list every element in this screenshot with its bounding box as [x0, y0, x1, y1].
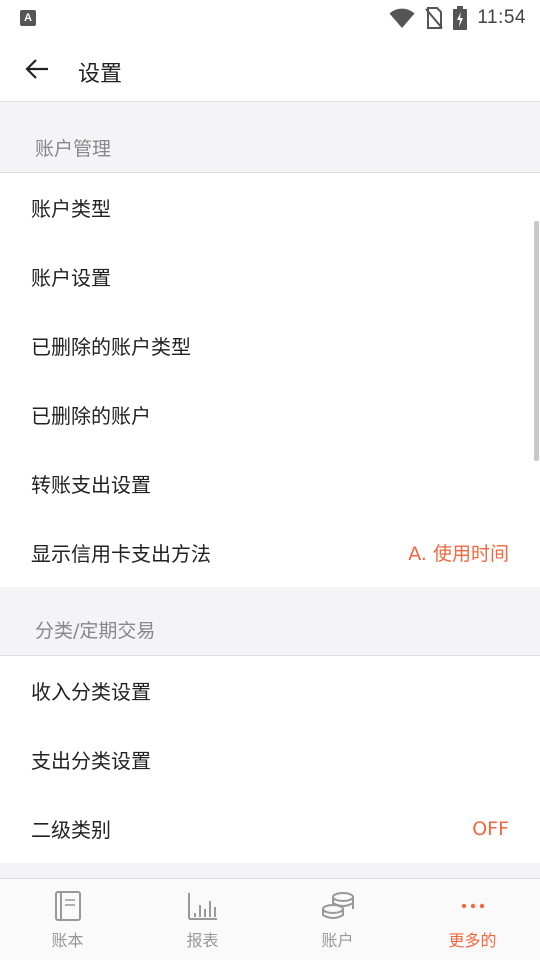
list-item-income-category-settings[interactable]: 收入分类设置 — [0, 656, 540, 725]
bar-chart-icon — [186, 889, 220, 923]
coins-icon — [321, 889, 355, 923]
nav-item-more[interactable]: 更多的 — [405, 879, 540, 960]
wifi-icon — [389, 8, 415, 28]
nav-item-accounts[interactable]: 账户 — [270, 879, 405, 960]
list-item-label: 账户设置 — [31, 266, 111, 290]
nav-item-ledger[interactable]: 账本 — [0, 879, 135, 960]
scrollbar[interactable] — [534, 221, 539, 461]
list-item-label: 收入分类设置 — [31, 680, 151, 704]
list-item-label: 二级类别 — [31, 818, 111, 842]
nav-label: 更多的 — [448, 931, 497, 950]
page-title: 设置 — [78, 62, 123, 87]
back-button[interactable] — [18, 51, 56, 87]
list-item-deleted-account-types[interactable]: 已删除的账户类型 — [0, 311, 540, 380]
settings-list[interactable]: 账户管理 账户类型 账户设置 已删除的账户类型 已删除的账户 转账支出设置 显示… — [0, 103, 540, 878]
list-item-expense-category-settings[interactable]: 支出分类设置 — [0, 725, 540, 794]
status-bar: A 11:54 — [0, 0, 540, 36]
list-item-deleted-accounts[interactable]: 已删除的账户 — [0, 380, 540, 449]
list-item-label: 已删除的账户 — [31, 404, 151, 428]
list-item-value: OFF — [472, 817, 509, 840]
app-bar: 设置 — [0, 36, 540, 102]
notification-app-icon: A — [20, 10, 36, 26]
nav-label: 账本 — [51, 931, 84, 950]
list-item-label: 已删除的账户类型 — [31, 335, 191, 359]
list-item-transfer-expense-settings[interactable]: 转账支出设置 — [0, 449, 540, 518]
list-item-label: 支出分类设置 — [31, 749, 151, 773]
list-item-label: 转账支出设置 — [31, 473, 151, 497]
battery-charging-icon — [453, 6, 468, 30]
list-item-credit-card-display-method[interactable]: 显示信用卡支出方法 A. 使用时间 — [0, 518, 540, 587]
list-item-label: 显示信用卡支出方法 — [31, 542, 211, 566]
nav-label: 报表 — [186, 931, 219, 950]
list-item-account-settings[interactable]: 账户设置 — [0, 242, 540, 311]
no-sim-icon — [425, 7, 444, 29]
status-time: 11:54 — [477, 7, 526, 28]
list-item-label: 账户类型 — [31, 197, 111, 221]
list-item-account-types[interactable]: 账户类型 — [0, 173, 540, 242]
nav-item-reports[interactable]: 报表 — [135, 879, 270, 960]
list-item-subcategory-toggle[interactable]: 二级类别 OFF — [0, 794, 540, 863]
more-dots-icon — [456, 889, 490, 923]
bottom-nav: 账本 报表 账户 更多的 — [0, 878, 540, 960]
book-icon — [51, 889, 85, 923]
section-header-category-recurring: 分类/定期交易 — [0, 587, 540, 656]
section-title: 账户管理 — [35, 138, 112, 160]
list-item-value: A. 使用时间 — [408, 543, 509, 565]
section-header-account-management: 账户管理 — [0, 103, 540, 173]
nav-label: 账户 — [321, 931, 354, 950]
section-title: 分类/定期交易 — [35, 620, 156, 642]
status-icons: 11:54 — [389, 4, 526, 32]
arrow-left-icon — [25, 59, 48, 79]
